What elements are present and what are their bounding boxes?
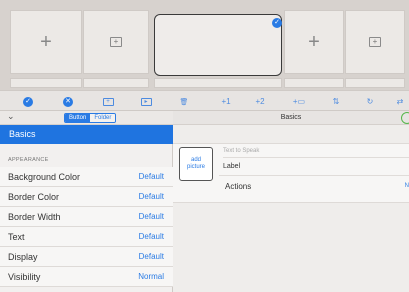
swap-button[interactable]: ⇄ xyxy=(392,94,408,109)
trash-button[interactable]: 🗑 xyxy=(174,94,194,109)
property-row[interactable]: Display Default xyxy=(0,247,173,267)
selected-board-button[interactable] xyxy=(154,14,282,76)
trash-icon: 🗑 xyxy=(179,98,189,106)
segment-button[interactable]: Button xyxy=(65,114,91,122)
property-name: Border Width xyxy=(8,212,61,222)
property-name: Visibility xyxy=(8,272,41,282)
property-row[interactable]: Visibility Normal xyxy=(0,267,173,287)
detail-header: Basics xyxy=(173,111,409,125)
property-value: Normal xyxy=(138,272,164,281)
property-name: Border Color xyxy=(8,192,60,202)
plus-two-button[interactable]: +2 xyxy=(250,94,270,109)
done-button[interactable] xyxy=(401,112,409,124)
basics-form: add picture Text to Speak Label Actions … xyxy=(173,143,409,203)
plus-two-icon: +2 xyxy=(255,97,265,106)
property-value: Default xyxy=(138,212,164,221)
board-cell[interactable] xyxy=(284,78,344,88)
property-value: Default xyxy=(138,172,164,181)
move-icon: ▸ xyxy=(140,97,152,106)
property-row[interactable]: Border Color Default xyxy=(0,187,173,207)
board-cell[interactable] xyxy=(83,78,149,88)
text-to-speak-input[interactable]: Text to Speak xyxy=(223,148,259,154)
detail-panel: Basics add picture Text to Speak Label A… xyxy=(173,111,409,292)
board-cell[interactable] xyxy=(345,78,405,88)
board-cell-add-folder[interactable]: + xyxy=(345,10,405,74)
property-value: Default xyxy=(138,192,164,201)
deselect-icon: ✕ xyxy=(63,96,73,107)
property-value: Default xyxy=(138,252,164,261)
property-row[interactable]: Text Default xyxy=(0,227,173,247)
label-input[interactable]: Label xyxy=(223,163,240,170)
actions-row[interactable]: Actions xyxy=(225,182,251,191)
section-basics[interactable]: Basics xyxy=(0,125,173,144)
add-folder-icon: + xyxy=(110,37,122,47)
property-name: Display xyxy=(8,252,38,262)
sort-button[interactable]: ⇅ xyxy=(326,94,346,109)
property-row[interactable]: Background Color Default xyxy=(0,167,173,187)
select-all-button[interactable]: ✓ xyxy=(18,94,38,109)
board-cell-add[interactable]: + xyxy=(284,10,344,74)
appearance-section-header: APPEARANCE xyxy=(8,157,49,163)
add-folder-icon: + xyxy=(369,37,381,47)
plus-one-button[interactable]: +1 xyxy=(216,94,236,109)
add-folder-toolbar-button[interactable]: +▭ xyxy=(288,94,310,109)
add-folder-toolbar-icon: +▭ xyxy=(292,97,306,106)
move-button[interactable]: ▸ xyxy=(136,94,156,109)
add-button[interactable]: + xyxy=(98,94,118,109)
plus-icon: + xyxy=(40,30,52,53)
divider xyxy=(223,157,409,158)
property-value: Default xyxy=(138,232,164,241)
refresh-button[interactable]: ↻ xyxy=(360,94,380,109)
add-button-icon: + xyxy=(102,97,114,106)
deselect-button[interactable]: ✕ xyxy=(58,94,78,109)
selected-check-icon: ✓ xyxy=(272,18,282,28)
detail-title: Basics xyxy=(280,114,302,121)
segment-folder[interactable]: Folder xyxy=(90,114,116,122)
property-row[interactable]: Border Width Default xyxy=(0,207,173,227)
select-all-icon: ✓ xyxy=(23,96,33,107)
actions-value: N xyxy=(404,183,409,189)
board-cell-add[interactable]: + xyxy=(10,10,82,74)
board-cell-add-folder[interactable]: + xyxy=(83,10,149,74)
chevron-down-icon[interactable]: ⌄ xyxy=(7,111,15,122)
board-area: + + ✓ + + xyxy=(0,0,409,90)
refresh-icon: ↻ xyxy=(366,97,374,106)
swap-icon: ⇄ xyxy=(396,97,404,106)
properties-header: ⌄ Button Folder xyxy=(0,111,173,125)
add-picture-button[interactable]: add picture xyxy=(179,147,213,181)
type-segmented-control: Button Folder xyxy=(64,113,117,123)
sort-icon: ⇅ xyxy=(332,97,340,106)
plus-one-icon: +1 xyxy=(221,97,231,106)
property-name: Background Color xyxy=(8,172,81,182)
board-cell[interactable] xyxy=(10,78,82,88)
board-cell[interactable] xyxy=(154,78,282,88)
property-name: Text xyxy=(8,232,25,242)
edit-toolbar: ✓ ✕ + ▸ 🗑 +1 +2 +▭ ⇅ ↻ ⇄ xyxy=(0,90,409,111)
properties-panel: ⌄ Button Folder Basics APPEARANCE Backgr… xyxy=(0,111,173,292)
divider xyxy=(219,175,409,176)
plus-icon: + xyxy=(308,30,320,53)
